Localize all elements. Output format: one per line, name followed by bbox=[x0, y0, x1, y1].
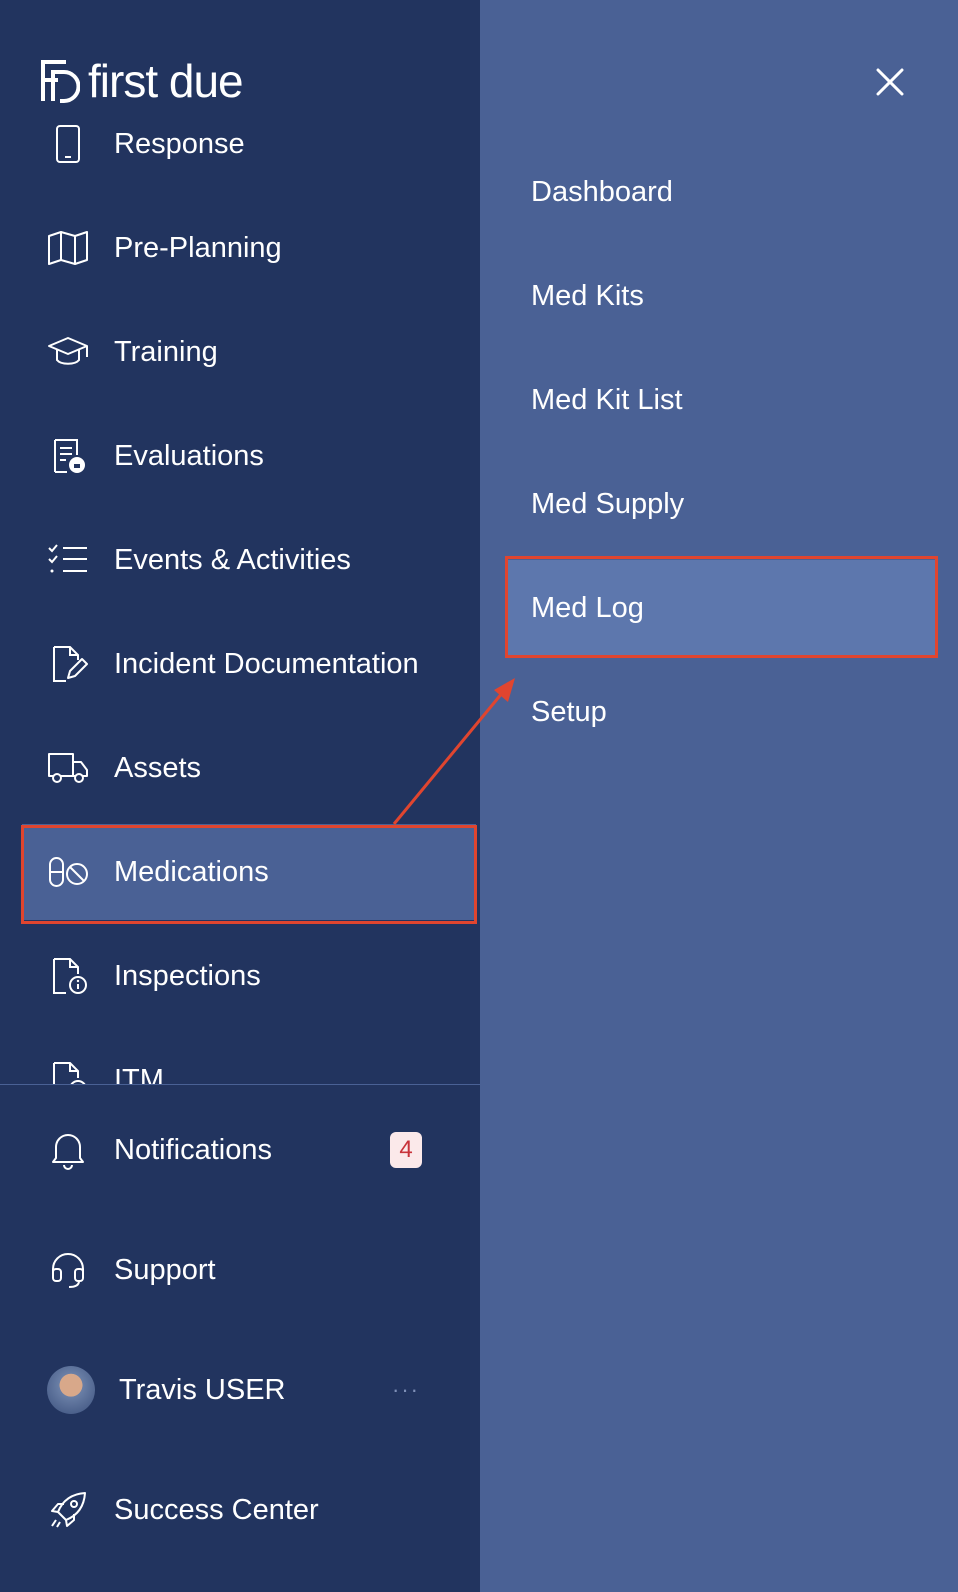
submenu-label: Dashboard bbox=[531, 175, 673, 208]
nav-item-evaluations[interactable]: Evaluations bbox=[22, 408, 476, 504]
nav-item-support[interactable]: Support bbox=[22, 1222, 476, 1318]
close-button[interactable] bbox=[868, 60, 912, 104]
nav-label: Incident Documentation bbox=[114, 647, 419, 680]
document-edit-icon bbox=[44, 640, 92, 688]
nav-item-notifications[interactable]: Notifications 4 bbox=[22, 1102, 476, 1198]
nav-item-success-center[interactable]: Success Center bbox=[22, 1462, 476, 1558]
submenu-item-setup[interactable]: Setup bbox=[507, 664, 938, 760]
avatar[interactable] bbox=[47, 1366, 95, 1414]
nav-label: Assets bbox=[114, 751, 202, 784]
close-icon bbox=[876, 68, 904, 96]
rocket-icon bbox=[44, 1486, 92, 1534]
sidebar-divider bbox=[0, 1084, 480, 1085]
nav-label: ITM bbox=[114, 1063, 164, 1085]
nav-item-training[interactable]: Training bbox=[22, 304, 476, 400]
submenu-item-med-kit-list[interactable]: Med Kit List bbox=[507, 352, 938, 448]
nav-item-incident-documentation[interactable]: Incident Documentation bbox=[22, 616, 476, 712]
submenu-label: Med Kit List bbox=[531, 383, 683, 416]
submenu-item-med-supply[interactable]: Med Supply bbox=[507, 456, 938, 552]
main-nav: Response Pre-Planning Training Evaluatio… bbox=[0, 96, 480, 1084]
nav-item-inspections[interactable]: Inspections bbox=[22, 928, 476, 1024]
notification-count-badge: 4 bbox=[390, 1132, 422, 1168]
checklist-icon bbox=[44, 536, 92, 584]
submenu-item-dashboard[interactable]: Dashboard bbox=[507, 144, 938, 240]
nav-item-pre-planning[interactable]: Pre-Planning bbox=[22, 200, 476, 296]
bell-icon bbox=[44, 1126, 92, 1174]
sidebar: first due Response Pre-Planning Training… bbox=[0, 0, 480, 1592]
nav-label: Pre-Planning bbox=[114, 231, 282, 264]
user-name: Travis USER bbox=[119, 1373, 286, 1406]
nav-label: Notifications bbox=[114, 1133, 272, 1166]
nav-item-assets[interactable]: Assets bbox=[22, 720, 476, 816]
nav-label: Support bbox=[114, 1253, 216, 1286]
itm-doc-icon bbox=[44, 1056, 92, 1084]
medications-highlight-box bbox=[21, 825, 477, 924]
inspection-doc-icon bbox=[44, 952, 92, 1000]
nav-item-response[interactable]: Response bbox=[22, 96, 476, 192]
graduation-cap-icon bbox=[44, 328, 92, 376]
nav-label: Success Center bbox=[114, 1493, 319, 1526]
map-icon bbox=[44, 224, 92, 272]
more-options-icon[interactable]: ··· bbox=[392, 1377, 420, 1403]
nav-item-user[interactable]: Travis USER ··· bbox=[22, 1342, 476, 1438]
nav-item-itm[interactable]: ITM bbox=[22, 1032, 476, 1084]
headset-icon bbox=[44, 1246, 92, 1294]
nav-label: Response bbox=[114, 127, 245, 160]
submenu-label: Med Kits bbox=[531, 279, 644, 312]
evaluation-doc-icon bbox=[44, 432, 92, 480]
nav-label: Training bbox=[114, 335, 218, 368]
nav-label: Inspections bbox=[114, 959, 261, 992]
nav-label: Events & Activities bbox=[114, 543, 351, 576]
nav-item-events-activities[interactable]: Events & Activities bbox=[22, 512, 476, 608]
submenu-item-med-kits[interactable]: Med Kits bbox=[507, 248, 938, 344]
phone-icon bbox=[44, 120, 92, 168]
nav-label: Evaluations bbox=[114, 439, 264, 472]
submenu-label: Setup bbox=[531, 695, 607, 728]
submenu-label: Med Supply bbox=[531, 487, 685, 520]
med-log-highlight-box bbox=[505, 556, 938, 658]
truck-icon bbox=[44, 744, 92, 792]
